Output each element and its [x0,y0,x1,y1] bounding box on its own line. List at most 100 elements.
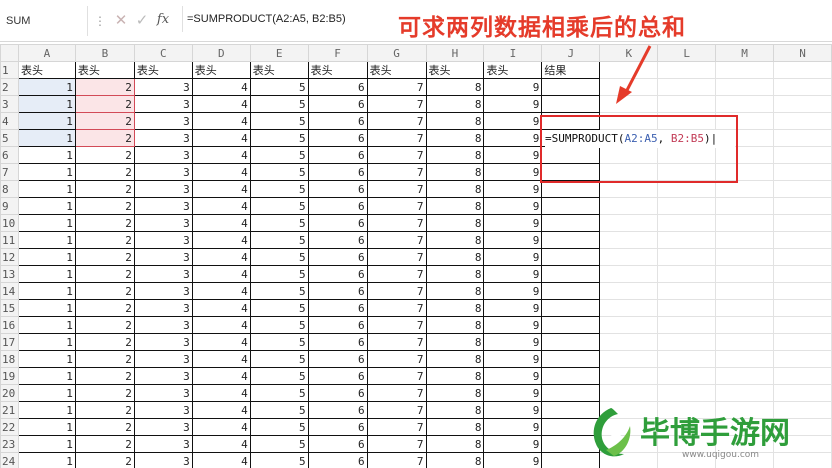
data-cell[interactable]: 6 [307,214,368,232]
data-cell[interactable]: 7 [366,384,427,402]
data-cell[interactable]: 2 [74,78,135,96]
empty-cell[interactable] [599,367,659,385]
data-cell[interactable]: 5 [249,163,309,181]
data-cell[interactable]: 4 [191,231,251,249]
empty-cell[interactable] [715,299,775,317]
result-cell[interactable] [541,333,601,351]
data-cell[interactable]: 7 [366,180,427,198]
row-header[interactable]: 19 [0,367,19,385]
data-cell[interactable]: 9 [483,282,543,300]
data-cell[interactable]: 7 [366,299,427,317]
empty-cell[interactable] [657,248,717,266]
data-cell[interactable]: 4 [191,282,251,300]
data-cell[interactable]: 2 [74,265,135,283]
data-cell[interactable]: 5 [249,418,309,436]
data-cell[interactable]: 7 [366,78,427,96]
empty-cell[interactable] [715,231,775,249]
data-cell[interactable]: 4 [191,333,251,351]
data-cell[interactable]: 9 [483,299,543,317]
select-all[interactable] [0,44,19,62]
empty-cell[interactable] [773,78,832,96]
column-header-c[interactable]: C [133,44,193,62]
data-cell[interactable]: 3 [133,452,193,468]
empty-cell[interactable] [773,61,832,79]
data-cell[interactable]: 8 [425,146,485,164]
data-cell[interactable]: 2 [74,214,135,232]
empty-cell[interactable] [657,367,717,385]
row-header[interactable]: 16 [0,316,19,334]
empty-cell[interactable] [773,231,832,249]
empty-cell[interactable] [657,231,717,249]
data-cell[interactable]: 7 [366,401,427,419]
header-cell[interactable]: 表头 [17,61,76,79]
data-cell[interactable]: 4 [191,316,251,334]
empty-cell[interactable] [657,180,717,198]
data-cell[interactable]: 8 [425,435,485,453]
data-cell[interactable]: 6 [307,299,368,317]
header-cell[interactable]: 结果 [541,61,601,79]
empty-cell[interactable] [715,197,775,215]
data-cell[interactable]: 5 [249,333,309,351]
data-cell[interactable]: 5 [249,265,309,283]
data-cell[interactable]: 7 [366,231,427,249]
result-cell[interactable] [541,180,601,198]
data-cell[interactable]: 7 [366,367,427,385]
data-cell[interactable]: 9 [483,180,543,198]
data-cell[interactable]: 7 [366,418,427,436]
data-cell[interactable]: 2 [74,248,135,266]
empty-cell[interactable] [715,282,775,300]
data-cell[interactable]: 9 [483,78,543,96]
data-cell[interactable]: 7 [366,214,427,232]
data-cell[interactable]: 6 [307,418,368,436]
data-cell[interactable]: 6 [307,129,368,147]
data-cell[interactable]: 6 [307,231,368,249]
data-cell[interactable]: 4 [191,418,251,436]
header-cell[interactable]: 表头 [133,61,193,79]
empty-cell[interactable] [773,163,832,181]
empty-cell[interactable] [657,197,717,215]
empty-cell[interactable] [773,265,832,283]
data-cell[interactable]: 7 [366,95,427,113]
result-cell[interactable] [541,265,601,283]
data-cell[interactable]: 9 [483,401,543,419]
data-cell[interactable]: 7 [366,282,427,300]
data-cell[interactable]: 9 [483,95,543,113]
result-cell[interactable] [541,231,601,249]
data-cell[interactable]: 5 [249,112,309,130]
data-cell[interactable]: 1 [17,163,76,181]
data-cell[interactable]: 1 [17,265,76,283]
header-cell[interactable]: 表头 [249,61,309,79]
data-cell[interactable]: 7 [366,146,427,164]
row-header[interactable]: 11 [0,231,19,249]
data-cell[interactable]: 2 [74,316,135,334]
column-header-b[interactable]: B [74,44,135,62]
row-header[interactable]: 18 [0,350,19,368]
data-cell[interactable]: 7 [366,333,427,351]
data-cell[interactable]: 5 [249,248,309,266]
data-cell[interactable]: 2 [74,367,135,385]
confirm-icon[interactable]: ✓ [133,9,151,31]
header-cell[interactable]: 表头 [307,61,368,79]
column-header-d[interactable]: D [191,44,251,62]
data-cell[interactable]: 1 [17,112,76,130]
result-cell[interactable] [541,95,601,113]
data-cell[interactable]: 8 [425,350,485,368]
data-cell[interactable]: 5 [249,197,309,215]
data-cell[interactable]: 2 [74,452,135,468]
data-cell[interactable]: 6 [307,95,368,113]
row-header[interactable]: 20 [0,384,19,402]
data-cell[interactable]: 5 [249,350,309,368]
data-cell[interactable]: 5 [249,299,309,317]
data-cell[interactable]: 7 [366,248,427,266]
empty-cell[interactable] [715,180,775,198]
cell-editor[interactable]: =SUMPRODUCT(A2:A5, B2:B5)| [545,130,735,148]
empty-cell[interactable] [657,95,717,113]
data-cell[interactable]: 1 [17,367,76,385]
empty-cell[interactable] [599,316,659,334]
empty-cell[interactable] [599,265,659,283]
data-cell[interactable]: 9 [483,231,543,249]
data-cell[interactable]: 9 [483,316,543,334]
data-cell[interactable]: 6 [307,367,368,385]
data-cell[interactable]: 4 [191,95,251,113]
data-cell[interactable]: 2 [74,333,135,351]
